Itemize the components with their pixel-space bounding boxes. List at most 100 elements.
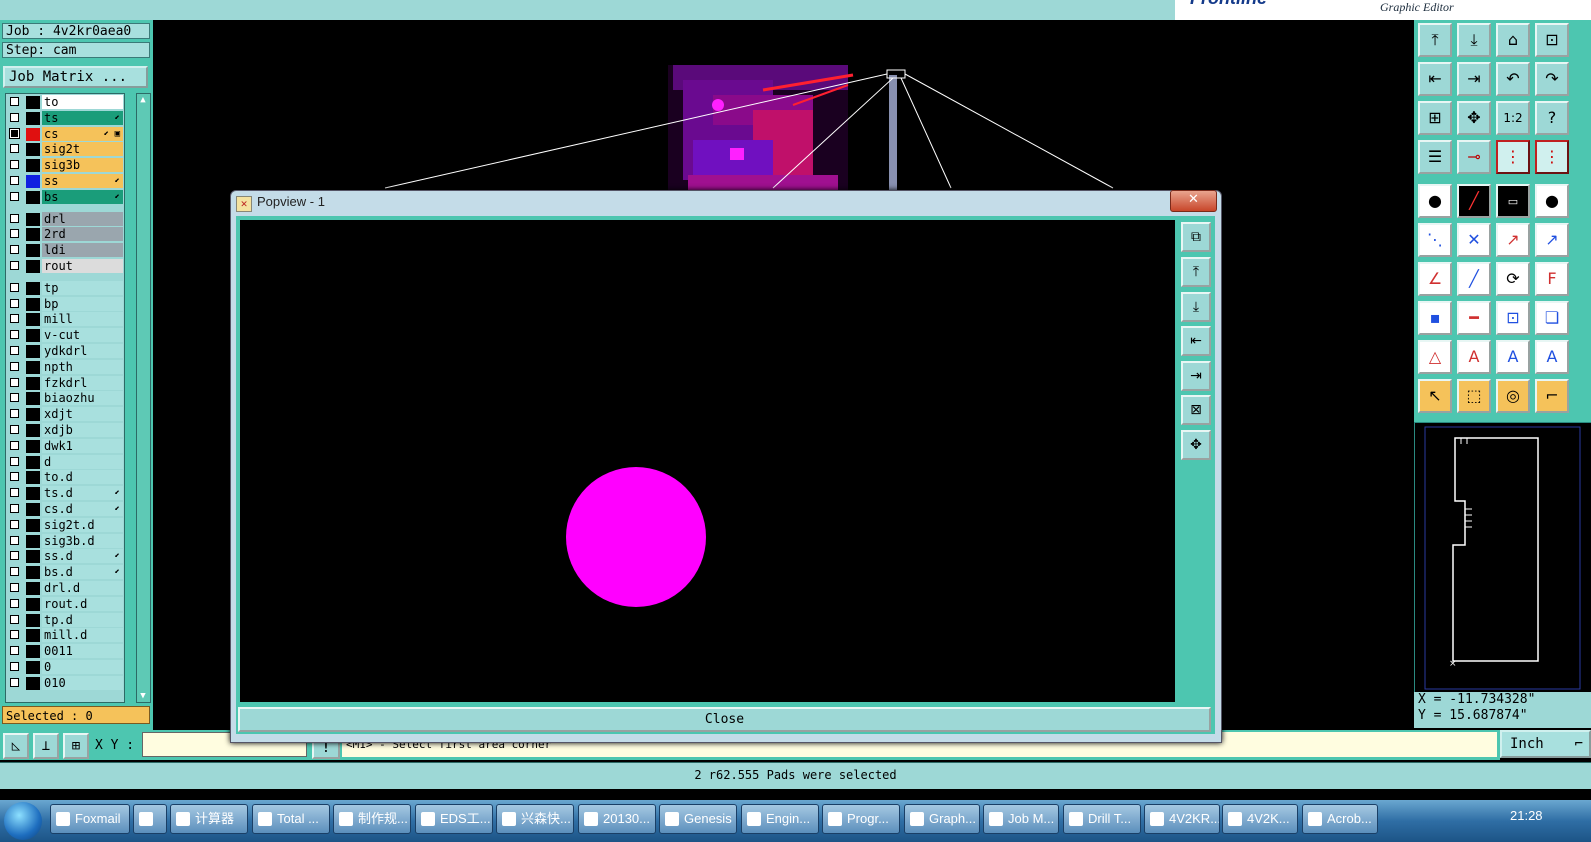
layer-name[interactable]: biaozhu bbox=[42, 391, 123, 406]
layer-row[interactable]: rout.d bbox=[6, 596, 124, 612]
select-box-icon[interactable]: ⬚ bbox=[1457, 379, 1491, 413]
layer-checkbox[interactable] bbox=[10, 282, 19, 292]
layer-row[interactable]: ss.d ⬋ bbox=[6, 549, 124, 564]
taskbar-item[interactable]: Genesis bbox=[659, 804, 737, 834]
layer-checkbox[interactable] bbox=[10, 677, 19, 687]
taskbar-item[interactable]: Engin... bbox=[741, 804, 819, 834]
layer-checkbox[interactable] bbox=[10, 112, 19, 122]
layer-color-swatch[interactable] bbox=[26, 329, 40, 343]
popview-close-button[interactable]: ✕ bbox=[1170, 190, 1217, 212]
layer-name[interactable]: ts.d ⬋ bbox=[42, 486, 123, 501]
layer-name[interactable]: bs.d ⬋ bbox=[42, 565, 123, 580]
taskbar-item[interactable]: Graph... bbox=[904, 804, 980, 834]
select-icon[interactable]: ↖ bbox=[1418, 379, 1452, 413]
taskbar-item[interactable]: Progr... bbox=[822, 804, 900, 834]
layer-color-swatch[interactable] bbox=[26, 244, 40, 258]
layer-name[interactable]: sig2t bbox=[42, 142, 123, 157]
layer-name[interactable]: npth bbox=[42, 359, 123, 374]
layer-row[interactable]: d bbox=[6, 454, 124, 470]
dash-icon[interactable]: ━ bbox=[1457, 301, 1491, 335]
taskbar-item[interactable]: Total ... bbox=[252, 804, 330, 834]
pan-left-icon[interactable]: ⇤ bbox=[1418, 62, 1452, 96]
fit-icon[interactable]: ⊞ bbox=[1418, 101, 1452, 135]
taskbar-item[interactable]: EDS工... bbox=[415, 804, 493, 834]
layer-list-scrollbar[interactable]: ▲ ▼ bbox=[136, 93, 151, 703]
layer-row[interactable]: mill bbox=[6, 312, 124, 327]
layer-row[interactable]: bs.d ⬋ bbox=[6, 565, 124, 580]
angle-icon[interactable]: ∠ bbox=[1418, 262, 1452, 296]
layer-name[interactable]: rout bbox=[42, 259, 123, 273]
layer-checkbox[interactable] bbox=[10, 646, 19, 656]
layer-name[interactable]: dwk1 bbox=[42, 438, 123, 453]
grid-icon[interactable]: ⊞ bbox=[63, 733, 89, 759]
layer-color-swatch[interactable] bbox=[26, 676, 40, 690]
redo-icon[interactable]: ↷ bbox=[1535, 62, 1569, 96]
layer-checkbox[interactable] bbox=[9, 127, 20, 139]
layer-color-swatch[interactable] bbox=[26, 550, 40, 564]
taskbar-item[interactable]: Job M... bbox=[983, 804, 1059, 834]
layer-row[interactable]: tp bbox=[6, 280, 124, 296]
layer-checkbox[interactable] bbox=[10, 472, 19, 482]
layer-color-swatch[interactable] bbox=[26, 645, 40, 659]
layer-color-swatch[interactable] bbox=[26, 424, 40, 437]
layer-checkbox[interactable] bbox=[10, 229, 19, 239]
layer-checkbox[interactable] bbox=[10, 425, 19, 434]
text-icon[interactable]: F bbox=[1535, 262, 1569, 296]
layer-color-swatch[interactable] bbox=[26, 96, 40, 109]
popview-zoom-box-icon[interactable]: ⧉ bbox=[1181, 222, 1211, 252]
layer-color-swatch[interactable] bbox=[26, 159, 40, 173]
help-icon[interactable]: ? bbox=[1535, 101, 1569, 135]
layer-name[interactable]: mill.d bbox=[42, 628, 123, 643]
layer-checkbox[interactable] bbox=[10, 298, 19, 308]
layer-color-swatch[interactable] bbox=[26, 143, 40, 157]
layer-checkbox[interactable] bbox=[10, 314, 19, 324]
layer-row[interactable]: 2rd bbox=[6, 227, 124, 242]
minimap[interactable]: × bbox=[1414, 422, 1591, 694]
taskbar-item[interactable] bbox=[133, 804, 167, 834]
zoom-out-icon[interactable]: ⤓ bbox=[1457, 23, 1491, 57]
start-button[interactable] bbox=[4, 802, 42, 840]
layer-color-swatch[interactable] bbox=[26, 439, 40, 453]
popview-canvas[interactable] bbox=[240, 220, 1175, 702]
layer-name[interactable]: cs ⬋ ▣ bbox=[42, 126, 123, 141]
settings-icon[interactable]: ☰ bbox=[1418, 140, 1452, 174]
layer-color-swatch[interactable] bbox=[26, 111, 40, 125]
cross-icon[interactable]: ✕ bbox=[1457, 223, 1491, 257]
layer-name[interactable]: xdjb bbox=[42, 423, 123, 437]
layer-row[interactable]: sig2t.d bbox=[6, 517, 124, 533]
snap-icon[interactable]: ⊸ bbox=[1457, 140, 1491, 174]
layer-row[interactable]: cs ⬋ ▣ bbox=[6, 126, 124, 142]
layer-color-swatch[interactable] bbox=[26, 190, 40, 204]
layer-checkbox[interactable] bbox=[10, 535, 19, 545]
layer-row[interactable]: tp.d bbox=[6, 612, 124, 628]
taskbar-item[interactable]: 4V2K... bbox=[1222, 804, 1298, 834]
layer-name[interactable]: 2rd bbox=[42, 227, 123, 242]
layer-checkbox[interactable] bbox=[10, 377, 19, 387]
layer-name[interactable]: xdjt bbox=[42, 407, 123, 422]
fit-profile-icon[interactable]: ✥ bbox=[1457, 101, 1491, 135]
layer-name[interactable]: bs ⬋ bbox=[42, 189, 123, 204]
layer-color-swatch[interactable] bbox=[26, 212, 40, 226]
layer-row[interactable]: drl bbox=[6, 211, 124, 227]
arrange-icon[interactable]: A bbox=[1535, 340, 1569, 374]
layer-row[interactable]: sig3b.d bbox=[6, 533, 124, 549]
layer-color-swatch[interactable] bbox=[26, 613, 40, 627]
copy-up-icon[interactable]: A bbox=[1496, 340, 1530, 374]
layer-row[interactable]: fzkdrl bbox=[6, 375, 124, 391]
layer-checkbox[interactable] bbox=[10, 567, 19, 577]
diagonal-icon[interactable]: ╱ bbox=[1457, 262, 1491, 296]
layer-row[interactable]: ts ⬋ bbox=[6, 110, 124, 126]
box-icon[interactable]: ⊡ bbox=[1496, 301, 1530, 335]
pad-select-icon[interactable]: ▪ bbox=[1418, 301, 1452, 335]
popview-pan-right-icon[interactable]: ⇥ bbox=[1181, 361, 1211, 391]
layer-name[interactable]: ldi bbox=[42, 243, 123, 258]
layer-name[interactable]: 0 bbox=[42, 660, 123, 674]
layer-name[interactable]: rout.d bbox=[42, 596, 123, 611]
popview-fit-all-icon[interactable]: ✥ bbox=[1181, 430, 1211, 460]
layer-checkbox[interactable] bbox=[10, 191, 19, 201]
layer-name[interactable]: mill bbox=[42, 312, 123, 327]
layer-row[interactable]: xdjt bbox=[6, 407, 124, 422]
layer-row[interactable]: sig3b bbox=[6, 158, 124, 173]
scale-icon[interactable]: 1:2 bbox=[1496, 101, 1530, 135]
net-icon[interactable]: ⋮ bbox=[1496, 140, 1530, 174]
